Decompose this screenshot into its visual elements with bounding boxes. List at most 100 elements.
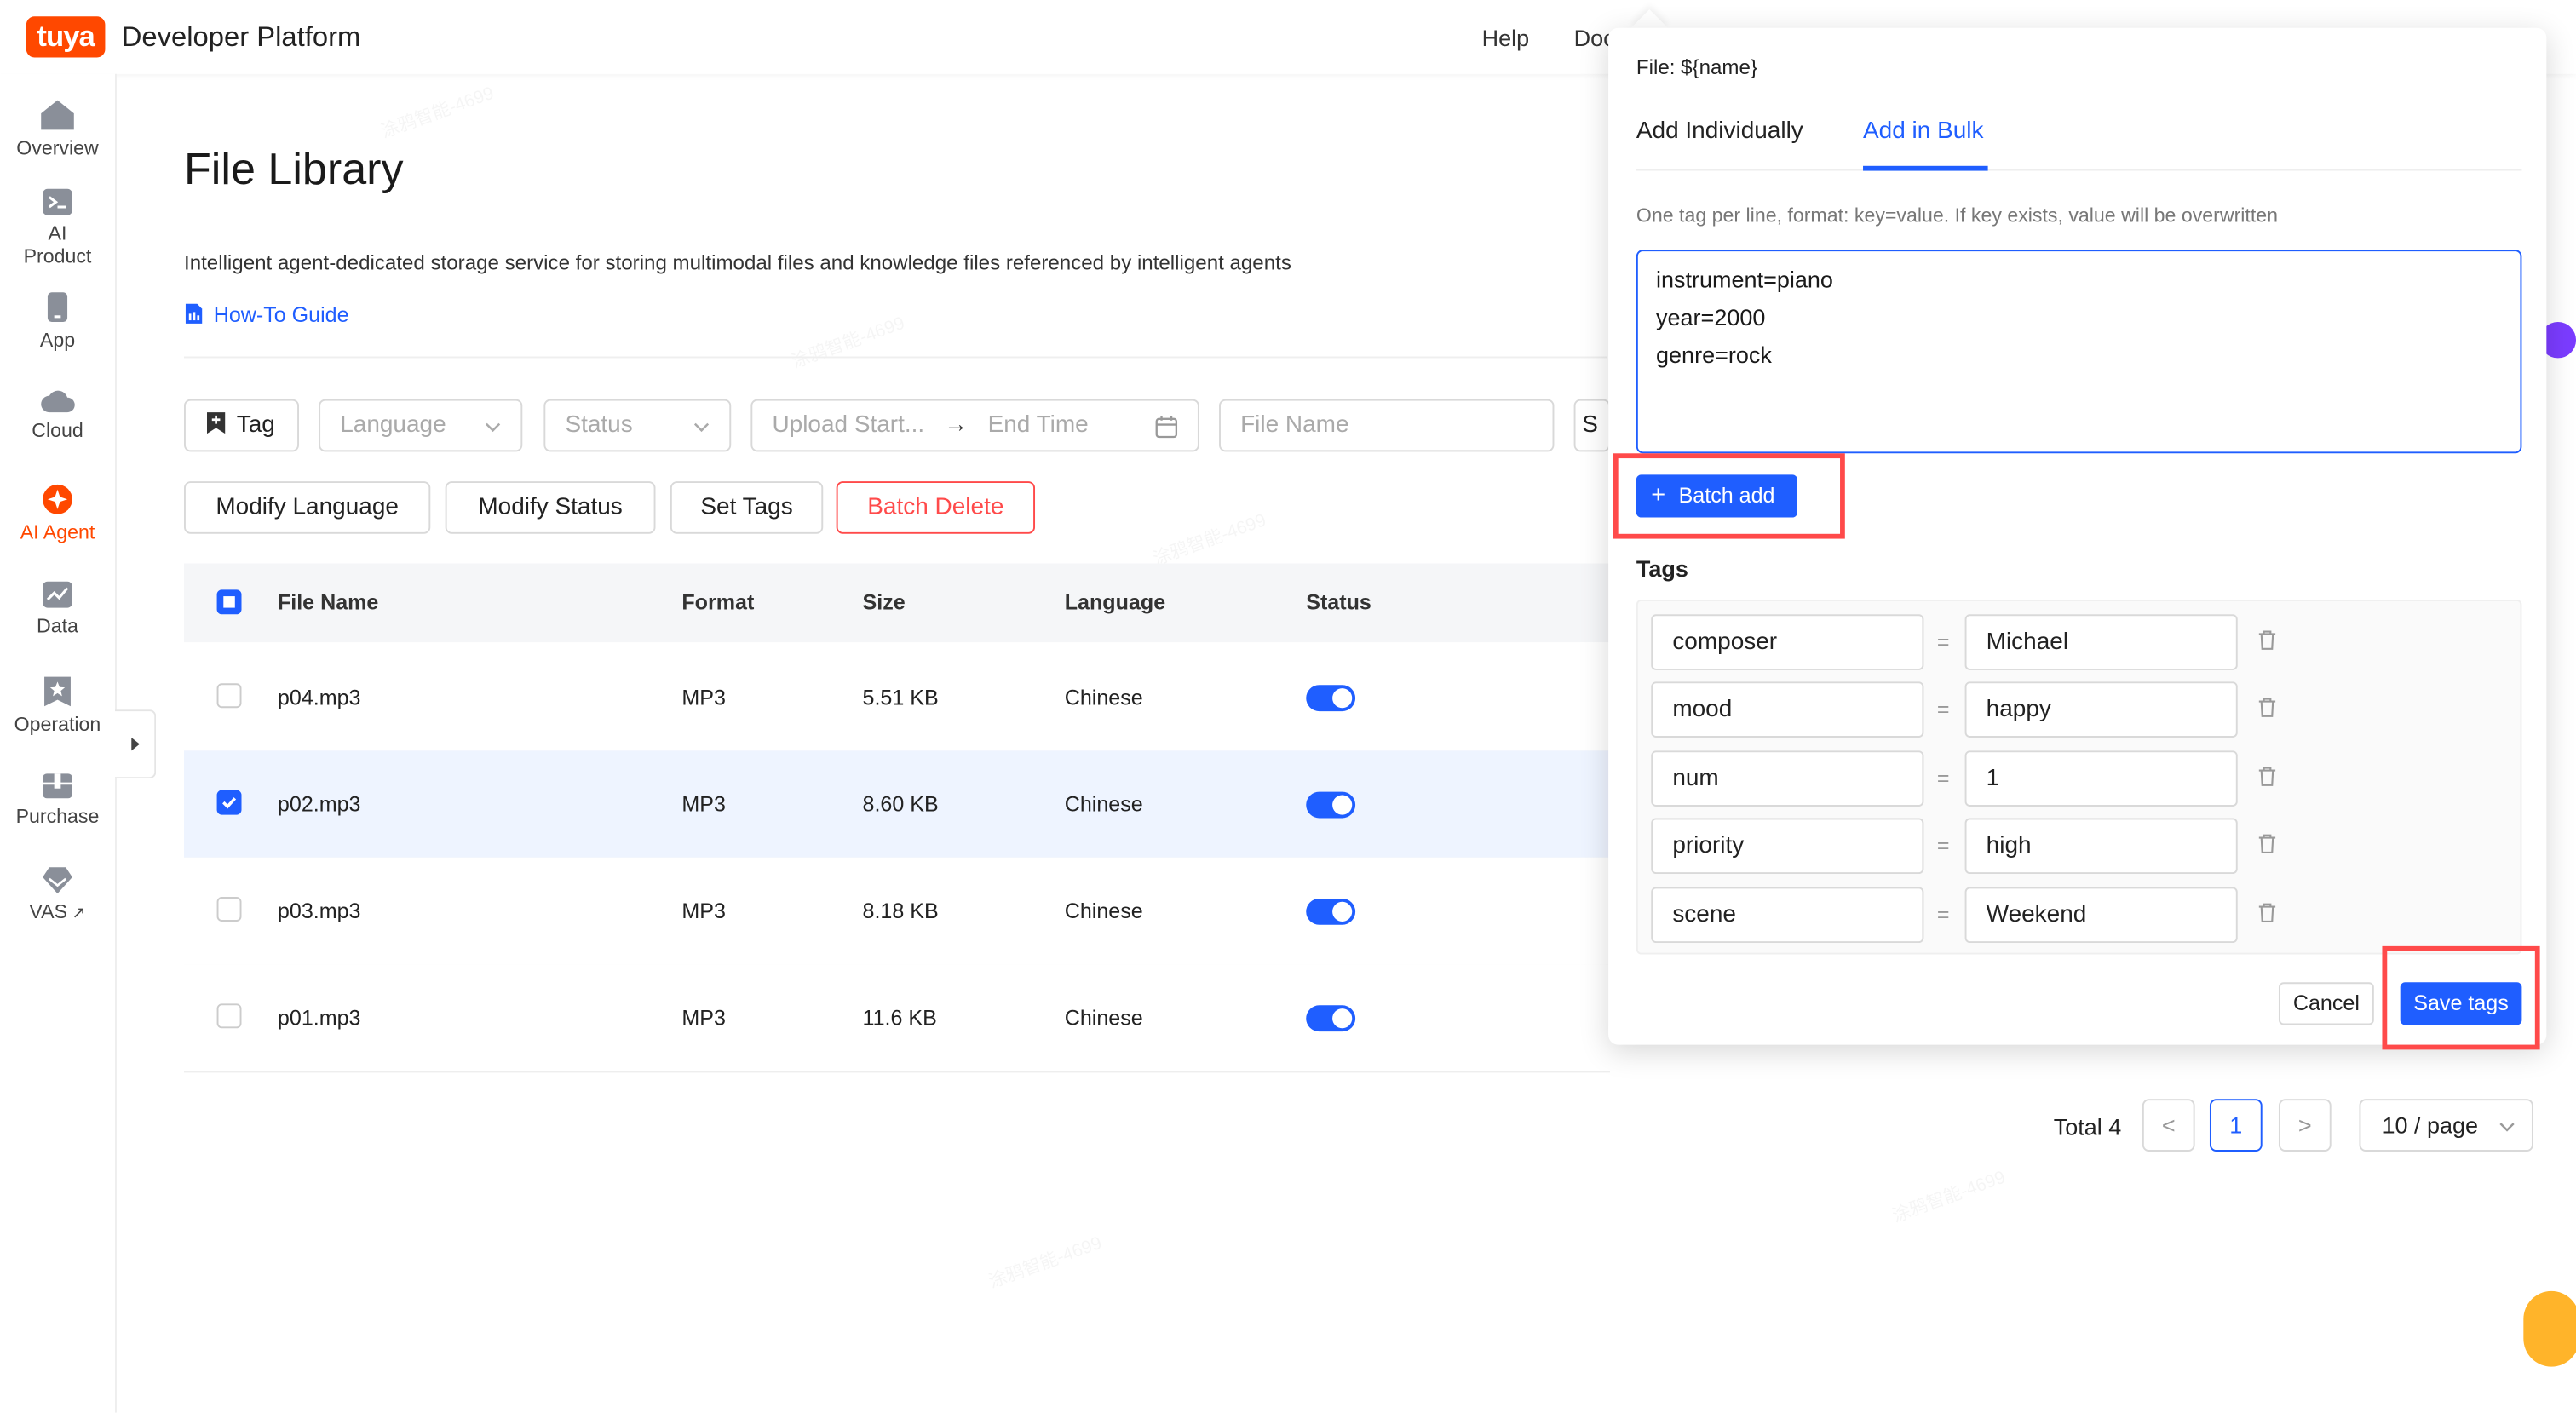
file-name-input[interactable]: File Name: [1219, 399, 1555, 452]
page-size-select[interactable]: 10 / page: [2359, 1099, 2533, 1152]
format-cell: MP3: [681, 898, 726, 923]
prev-page-button[interactable]: <: [2142, 1099, 2195, 1152]
column-size: Size: [862, 589, 906, 615]
cancel-button[interactable]: Cancel: [2278, 982, 2374, 1025]
file-name-placeholder: File Name: [1240, 412, 1349, 439]
tag-key-input[interactable]: scene: [1651, 887, 1924, 944]
upload-date-range[interactable]: Upload Start... → End Time: [750, 399, 1199, 452]
column-format: Format: [681, 589, 755, 615]
tag-value-input[interactable]: Weekend: [1964, 887, 2238, 944]
page-1-button[interactable]: 1: [2209, 1099, 2263, 1152]
sidebar-item-cloud[interactable]: Cloud: [0, 388, 115, 442]
sidebar-toggle-button[interactable]: [115, 709, 157, 779]
pagination-total: Total 4: [2053, 1113, 2122, 1140]
sidebar-item-label: AI Agent: [20, 520, 95, 544]
batch-add-button[interactable]: + Batch add: [1636, 474, 1797, 518]
row-checkbox[interactable]: [216, 683, 242, 709]
row-checkbox[interactable]: [216, 1003, 242, 1029]
delete-tag-icon[interactable]: [2257, 629, 2277, 651]
modify-status-button[interactable]: Modify Status: [445, 481, 656, 534]
set-tags-button[interactable]: Set Tags: [670, 481, 824, 534]
sidebar-item-ai-product[interactable]: AI Product: [0, 187, 115, 268]
delete-tag-icon[interactable]: [2257, 697, 2277, 718]
sidebar-item-vas[interactable]: VAS ↗: [0, 865, 115, 926]
sidebar-item-operation[interactable]: Operation: [0, 675, 115, 736]
sidebar-item-label: Operation: [14, 713, 101, 737]
tag-filter-button[interactable]: Tag: [184, 399, 300, 452]
tab-add-individually[interactable]: Add Individually: [1636, 118, 1803, 145]
delete-tag-icon[interactable]: [2257, 766, 2277, 787]
sidebar-item-purchase[interactable]: Purchase: [0, 771, 115, 829]
status-select[interactable]: Status: [543, 399, 732, 452]
start-time-input[interactable]: Upload Start...: [772, 412, 924, 439]
select-all-checkbox[interactable]: [216, 589, 242, 615]
tag-key-input[interactable]: num: [1651, 750, 1924, 807]
next-page-button[interactable]: >: [2278, 1099, 2332, 1152]
tag-key-input[interactable]: priority: [1651, 818, 1924, 875]
tag-value-input[interactable]: 1: [1964, 750, 2238, 807]
language-cell: Chinese: [1064, 685, 1143, 710]
tags-label: Tags: [1636, 554, 1688, 582]
sidebar-item-overview[interactable]: Overview: [0, 99, 115, 159]
divider: [184, 356, 1607, 359]
bulk-format-hint: One tag per line, format: key=value. If …: [1636, 204, 2279, 227]
bulk-tags-textarea[interactable]: instrument=piano year=2000 genre=rock: [1636, 250, 2522, 454]
status-toggle[interactable]: [1306, 791, 1356, 819]
sidebar-item-ai-agent[interactable]: AI Agent: [0, 483, 115, 543]
language-select[interactable]: Language: [319, 399, 523, 452]
row-checkbox[interactable]: [216, 897, 242, 922]
delete-tag-icon[interactable]: [2257, 833, 2277, 854]
box-icon: [43, 773, 72, 799]
equals-sign: =: [1936, 832, 1950, 858]
status-toggle[interactable]: [1306, 898, 1356, 925]
language-cell: Chinese: [1064, 791, 1143, 817]
status-toggle[interactable]: [1306, 1005, 1356, 1032]
tag-key-input[interactable]: composer: [1651, 614, 1924, 670]
calendar-icon: [1155, 416, 1178, 439]
assistant-mascot-icon[interactable]: [2523, 1290, 2576, 1367]
delete-tag-icon[interactable]: [2257, 902, 2277, 923]
active-tab-indicator: [1863, 165, 1988, 171]
save-tags-button[interactable]: Save tags: [2400, 982, 2522, 1025]
file-name-cell: p01.mp3: [277, 1005, 361, 1031]
sidebar-item-label: Purchase: [15, 805, 100, 829]
arrow-right-icon: →: [944, 412, 969, 439]
table-row[interactable]: p04.mp3 MP3 5.51 KB Chinese: [184, 644, 1611, 753]
indeterminate-mark: [223, 596, 235, 608]
caret-right-icon: [131, 737, 140, 751]
search-button[interactable]: S: [1573, 399, 1611, 452]
tag-value-input[interactable]: high: [1964, 818, 2238, 875]
tag-key-input[interactable]: mood: [1651, 681, 1924, 738]
sidebar-item-data[interactable]: Data: [0, 580, 115, 637]
batch-add-label: Batch add: [1678, 483, 1775, 508]
table-row[interactable]: p02.mp3 MP3 8.60 KB Chinese: [184, 750, 1611, 859]
table-row[interactable]: p01.mp3 MP3 11.6 KB Chinese: [184, 964, 1611, 1073]
tuya-logo[interactable]: tuya: [26, 16, 106, 58]
sparkle-icon: [43, 484, 72, 514]
batch-delete-button[interactable]: Batch Delete: [836, 481, 1036, 534]
modify-language-button[interactable]: Modify Language: [184, 481, 431, 534]
language-cell: Chinese: [1064, 1005, 1143, 1031]
status-toggle[interactable]: [1306, 685, 1356, 712]
size-cell: 5.51 KB: [862, 685, 939, 710]
tag-value-input[interactable]: happy: [1964, 681, 2238, 738]
tab-add-in-bulk[interactable]: Add in Bulk: [1863, 118, 1983, 145]
table-row[interactable]: p03.mp3 MP3 8.18 KB Chinese: [184, 857, 1611, 967]
sidebar-item-app[interactable]: App: [0, 290, 115, 352]
how-to-guide-link[interactable]: How-To Guide: [184, 302, 349, 327]
file-name-cell: p04.mp3: [277, 685, 361, 710]
tag-value-input[interactable]: Michael: [1964, 614, 2238, 670]
sidebar-item-label: VAS: [29, 899, 68, 923]
sidebar: [0, 73, 117, 1413]
row-checkbox[interactable]: [216, 790, 242, 815]
bookmark-icon: [207, 412, 226, 434]
page-size-value: 10 / page: [2382, 1111, 2479, 1139]
language-cell: Chinese: [1064, 898, 1143, 923]
chevron-down-icon: [485, 422, 501, 433]
sidebar-item-label: AI Product: [23, 221, 92, 268]
end-time-input[interactable]: End Time: [988, 412, 1089, 439]
nav-docs-link[interactable]: Docs: [1574, 25, 1610, 51]
nav-help-link[interactable]: Help: [1482, 25, 1530, 51]
external-link-icon: ↗: [67, 905, 86, 923]
document-icon: [185, 303, 203, 324]
